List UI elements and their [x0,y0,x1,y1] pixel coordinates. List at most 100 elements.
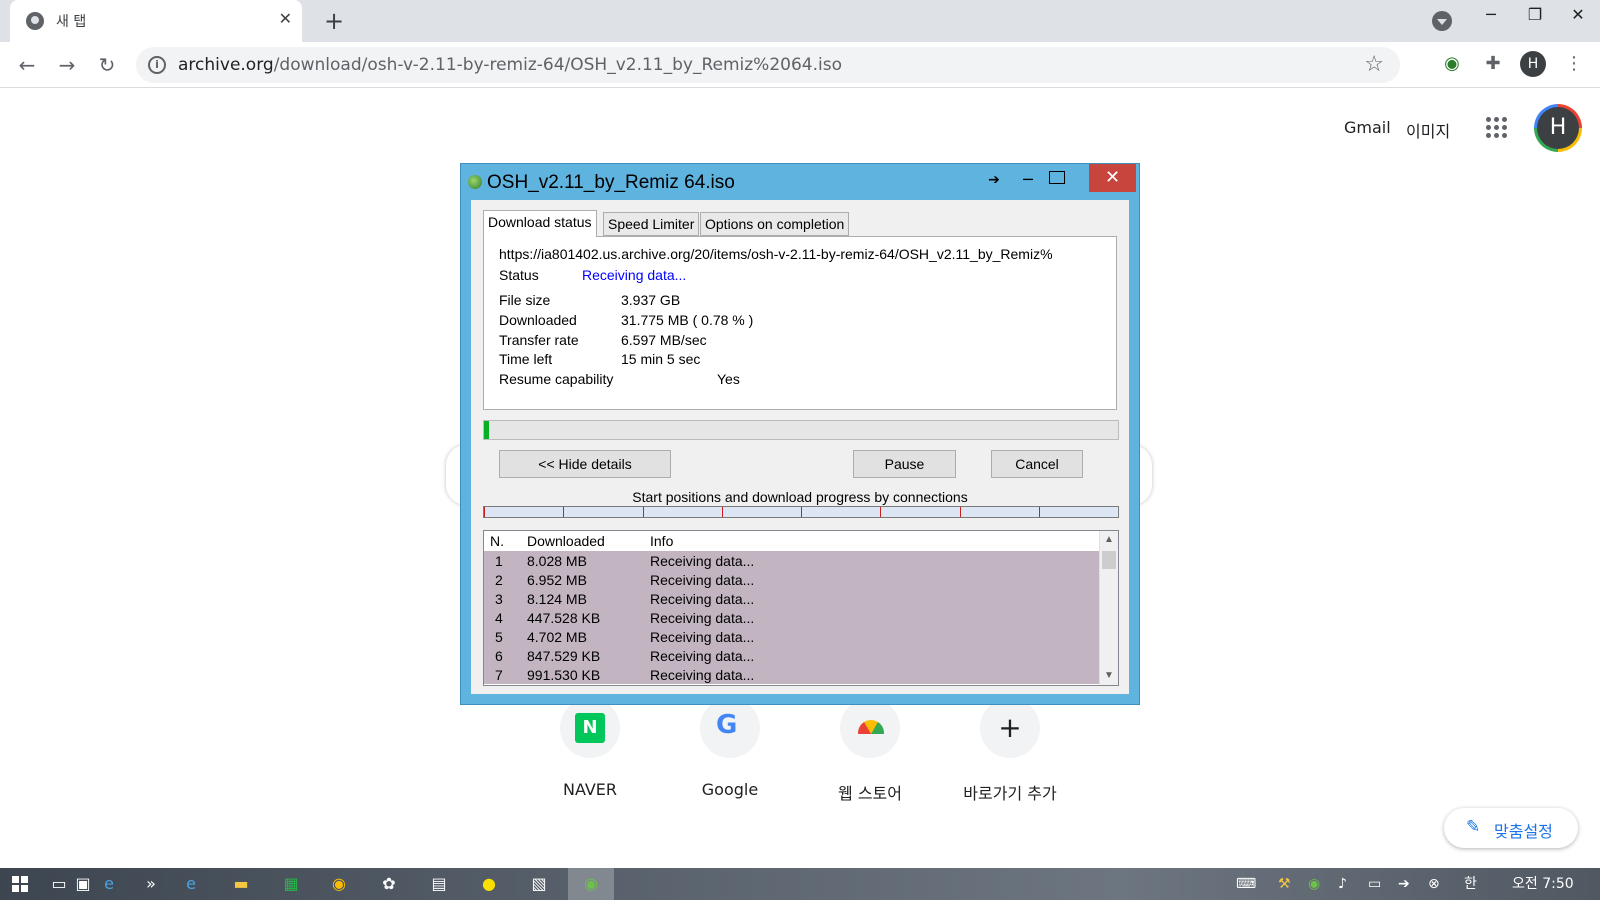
internet-explorer-icon[interactable]: e [176,872,206,896]
cancel-button[interactable]: Cancel [991,450,1083,478]
connection-info: Receiving data... [650,553,755,569]
idm-extension-icon[interactable]: ◉ [1438,50,1466,78]
tab-strip: 새 탭 ✕ + ─ ❐ ✕ [0,0,1600,42]
tray-close-icon[interactable]: ⊗ [1428,868,1440,900]
window-restore-button[interactable]: ❐ [1512,0,1558,32]
naver-logo: N [575,713,605,743]
volume-icon[interactable]: ♪ [1338,868,1347,900]
address-bar[interactable]: i archive.org/download/osh-v-2.11-by-rem… [136,47,1400,83]
back-arrow-icon[interactable]: ← [12,50,42,80]
bookmark-star-icon[interactable]: ☆ [1364,52,1384,77]
google-account-avatar[interactable]: H [1534,104,1582,152]
url-host: archive.org [178,55,274,75]
ime-indicator[interactable]: 한 [1464,868,1477,900]
column-header-info[interactable]: Info [650,533,673,549]
keyboard-icon[interactable]: ⌨ [1236,868,1256,900]
connection-start-marker [880,507,882,517]
table-row[interactable]: 3 8.124 MB Receiving data... [484,589,1100,608]
ie-quicklaunch-icon[interactable]: e [94,872,124,896]
shortcut-naver[interactable]: N NAVER [530,698,650,799]
column-header-number[interactable]: N. [490,533,504,549]
gmail-link[interactable]: Gmail [1344,118,1391,137]
app-paint-icon[interactable]: ✿ [374,872,404,896]
status-value: Receiving data... [582,267,687,283]
pause-button[interactable]: Pause [853,450,956,478]
app-notepad-icon[interactable]: ▧ [524,872,554,896]
table-header: N. Downloaded Info [484,531,1100,551]
new-tab-button[interactable]: + [324,6,344,36]
pencil-icon: ✎ [1466,817,1481,837]
idm-taskbar-icon[interactable]: ◉ [568,868,614,900]
tab-download-status[interactable]: Download status [483,210,597,237]
shortcut-google[interactable]: G Google [670,698,790,799]
table-row[interactable]: 5 4.702 MB Receiving data... [484,627,1100,646]
windows-start-icon[interactable] [12,876,28,892]
transfer-rate-value: 6.597 MB/sec [621,332,707,348]
table-row[interactable]: 4 447.528 KB Receiving data... [484,608,1100,627]
hide-details-button[interactable]: << Hide details [499,450,671,478]
status-label: Status [499,267,539,283]
tray-arrow-icon[interactable]: ➔ [1398,868,1410,900]
table-scrollbar[interactable]: ▲ ▼ [1099,531,1118,685]
scroll-up-icon[interactable]: ▲ [1100,531,1118,549]
globe-icon [26,12,44,30]
tab-close-icon[interactable]: ✕ [279,9,292,28]
connection-start-marker [959,507,961,517]
site-info-icon[interactable]: i [148,56,166,74]
chrome-taskbar-icon[interactable]: ◉ [324,872,354,896]
dialog-maximize-button[interactable] [1049,171,1065,184]
tab-search-icon[interactable] [1432,11,1452,31]
overflow-chevron-icon[interactable]: » [136,872,166,896]
connection-start-marker [721,507,723,517]
tab-options-on-completion[interactable]: Options on completion [700,212,850,236]
window-minimize-button[interactable]: ─ [1468,0,1514,32]
kakaotalk-icon[interactable]: ● [474,872,504,896]
scroll-thumb[interactable] [1102,551,1116,569]
connection-info: Receiving data... [650,648,755,664]
shortcut-label: 바로가기 추가 [963,784,1057,803]
resume-capability-label: Resume capability [499,371,614,387]
connection-number: 4 [495,610,503,626]
connection-downloaded: 6.952 MB [527,572,587,588]
tray-tool-icon[interactable]: ⚒ [1278,868,1291,900]
shortcut-add[interactable]: + 바로가기 추가 [950,698,1070,804]
file-explorer-icon[interactable]: ▬ [226,872,256,896]
table-row[interactable]: 7 991.530 KB Receiving data... [484,665,1100,684]
scroll-down-icon[interactable]: ▼ [1100,667,1118,685]
column-header-downloaded[interactable]: Downloaded [527,533,605,549]
extensions-puzzle-icon[interactable]: ✚ [1479,50,1507,78]
connection-info: Receiving data... [650,610,755,626]
forward-arrow-icon[interactable]: → [52,50,82,80]
connection-start-marker [563,507,565,517]
tab-speed-limiter[interactable]: Speed Limiter [603,212,700,236]
store-icon[interactable]: ▦ [276,872,306,896]
address-url[interactable]: archive.org/download/osh-v-2.11-by-remiz… [178,55,842,75]
shortcut-web-store[interactable]: 웹 스토어 [810,698,930,804]
menu-kebab-icon[interactable]: ⋮ [1560,50,1588,78]
download-dialog: OSH_v2.11_by_Remiz 64.iso ➔ ─ ✕ Download… [460,163,1140,705]
app-window-icon[interactable]: ▤ [424,872,454,896]
shortcut-label: Google [701,780,759,799]
dialog-minimize-button[interactable]: ─ [1015,168,1041,192]
network-icon[interactable]: ▭ [1368,868,1381,900]
dialog-hide-arrow-icon[interactable]: ➔ [981,168,1007,192]
connection-start-marker [484,507,485,517]
connection-number: 7 [495,667,503,683]
table-row[interactable]: 6 847.529 KB Receiving data... [484,646,1100,665]
naver-icon: N [560,698,620,758]
table-row[interactable]: 2 6.952 MB Receiving data... [484,570,1100,589]
clock[interactable]: 오전 7:50 [1512,868,1574,900]
transfer-rate-label: Transfer rate [499,332,579,348]
profile-avatar[interactable]: H [1520,51,1546,77]
google-apps-icon[interactable] [1486,117,1508,139]
dialog-close-button[interactable]: ✕ [1089,164,1136,192]
images-link[interactable]: 이미지 [1406,118,1450,142]
tray-idm-icon[interactable]: ◉ [1308,868,1320,900]
browser-tab[interactable]: 새 탭 ✕ [10,0,302,42]
table-row[interactable]: 1 8.028 MB Receiving data... [484,551,1100,570]
window-close-button[interactable]: ✕ [1556,0,1600,32]
download-url: https://ia801402.us.archive.org/20/items… [499,246,1053,262]
shortcut-label: NAVER [562,780,618,799]
reload-icon[interactable]: ↻ [92,50,122,80]
customize-button[interactable]: ✎ 맞춤설정 [1444,808,1578,848]
